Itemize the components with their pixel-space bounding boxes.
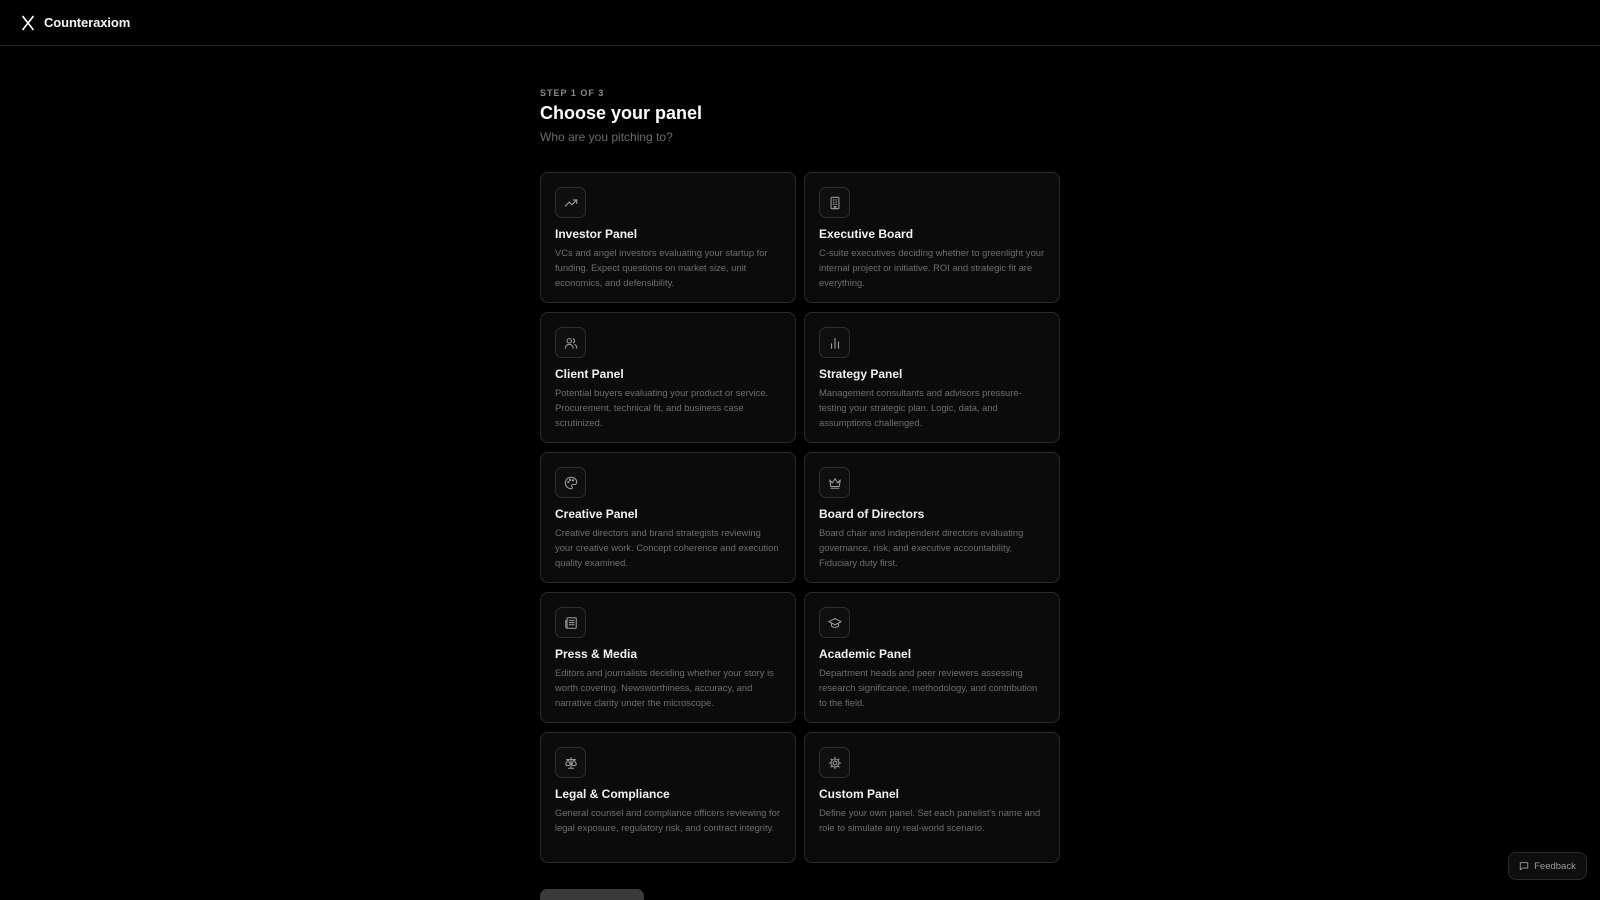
step-indicator: STEP 1 OF 3 <box>540 88 605 98</box>
palette-icon <box>555 467 586 498</box>
panel-card-board-of-directors[interactable]: Board of Directors Board chair and indep… <box>804 452 1060 583</box>
panel-card-description: Creative directors and brand strategists… <box>555 527 779 568</box>
panel-card-title: Custom Panel <box>819 787 900 801</box>
panel-card-custom[interactable]: Custom Panel Define your own panel. Set … <box>804 732 1060 863</box>
panel-card-description: Potential buyers evaluating your product… <box>555 387 769 428</box>
panel-card-description: Department heads and peer reviewers asse… <box>819 667 1038 708</box>
panel-card-description: Editors and journalists deciding whether… <box>555 667 774 708</box>
panel-card-client[interactable]: Client Panel Potential buyers evaluating… <box>540 312 796 443</box>
panel-card-title: Board of Directors <box>819 507 925 521</box>
panel-card-press-media[interactable]: Press & Media Editors and journalists de… <box>540 592 796 723</box>
feedback-label: Feedback <box>1534 860 1576 872</box>
panel-grid: Investor Panel VCs and angel investors e… <box>540 172 1060 863</box>
crown-icon <box>819 467 850 498</box>
feedback-button[interactable]: Feedback <box>1508 852 1587 880</box>
panel-card-description: General counsel and compliance officers … <box>555 807 780 833</box>
continue-button[interactable] <box>540 889 644 900</box>
page-title: Choose your panel <box>540 103 703 123</box>
panel-card-strategy[interactable]: Strategy Panel Management consultants an… <box>804 312 1060 443</box>
panel-card-legal-compliance[interactable]: Legal & Compliance General counsel and c… <box>540 732 796 863</box>
panel-card-title: Creative Panel <box>555 507 638 521</box>
x-logo-icon[interactable] <box>20 15 36 31</box>
panel-card-title: Executive Board <box>819 227 914 241</box>
panel-card-title: Press & Media <box>555 647 638 661</box>
panel-card-academic[interactable]: Academic Panel Department heads and peer… <box>804 592 1060 723</box>
building-icon <box>819 187 850 218</box>
panel-card-executive[interactable]: Executive Board C-suite executives decid… <box>804 172 1060 303</box>
panel-card-title: Legal & Compliance <box>555 787 670 801</box>
app-name[interactable]: Counteraxiom <box>44 15 130 30</box>
gear-icon <box>819 747 850 778</box>
panel-card-description: VCs and angel investors evaluating your … <box>555 247 768 288</box>
trending-up-icon <box>555 187 586 218</box>
panel-card-title: Academic Panel <box>819 647 912 661</box>
newspaper-icon <box>555 607 586 638</box>
page-subtitle: Who are you pitching to? <box>540 130 673 144</box>
message-square-icon <box>1519 861 1529 871</box>
bar-chart-icon <box>819 327 850 358</box>
panel-card-description: C-suite executives deciding whether to g… <box>819 247 1045 288</box>
panel-card-description: Define your own panel. Set each panelist… <box>819 807 1041 833</box>
panel-card-investor[interactable]: Investor Panel VCs and angel investors e… <box>540 172 796 303</box>
panel-card-title: Client Panel <box>555 367 624 381</box>
panel-card-title: Strategy Panel <box>819 367 903 381</box>
top-bar: Counteraxiom <box>0 0 1600 46</box>
graduation-cap-icon <box>819 607 850 638</box>
panel-card-description: Management consultants and advisors pres… <box>819 387 1022 428</box>
panel-card-creative[interactable]: Creative Panel Creative directors and br… <box>540 452 796 583</box>
panel-card-description: Board chair and independent directors ev… <box>819 527 1024 568</box>
users-icon <box>555 327 586 358</box>
scale-icon <box>555 747 586 778</box>
panel-card-title: Investor Panel <box>555 227 638 241</box>
